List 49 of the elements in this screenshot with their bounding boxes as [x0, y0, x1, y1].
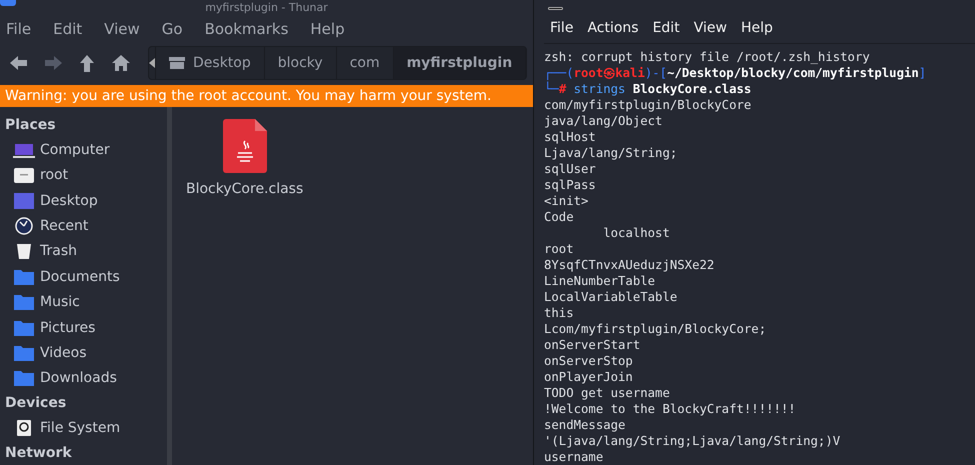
sidebar-item[interactable]: root [5, 162, 167, 188]
section-heading: Devices [5, 394, 68, 414]
sidebar-item[interactable]: Videos [5, 340, 167, 366]
java-file-icon [222, 119, 267, 173]
section-heading: Places [5, 116, 57, 136]
breadcrumb-button[interactable]: blocky [264, 47, 337, 79]
sidebar-item[interactable]: Music [5, 290, 167, 315]
caret-icon [149, 58, 155, 68]
breadcrumb-button[interactable]: Desktop [156, 47, 265, 79]
folder-icon [13, 268, 35, 286]
folder-icon [13, 318, 35, 337]
menu-item[interactable]: Actions [587, 20, 639, 36]
folder-icon [13, 293, 35, 312]
sidebar-item[interactable]: Recent [5, 213, 167, 239]
menu-item[interactable]: Edit [652, 20, 680, 36]
menu-item[interactable]: View [104, 20, 140, 38]
section-heading: Network [5, 444, 73, 463]
menu-item[interactable]: Help [740, 20, 773, 36]
menu-item[interactable]: File [6, 20, 32, 38]
breadcrumb-button[interactable]: myfirstplugin [394, 47, 526, 79]
sidebar-item[interactable]: Desktop [5, 188, 167, 214]
sidebar-item[interactable]: Trash [5, 238, 167, 264]
terminal-output: zsh: corrupt history file /root/.zsh_history ┌──(root㉿kali)-[~/Desktop/blocky/com/myfirstplugin] └─# strings BlockyCore.class com/myfirstplugin/BlockyCore java/lang/Object sqlHost Ljava/lang/String; sqlUser sqlPass <init> Code localhost root 8YsqfCTnvxAUeduzjNSXe22 LineNumberTable LocalVariableTable this Lcom/myfirstplugin/BlockyCore; onServerStart onServerStop onPlayerJoin TODO get username !Welcome to the BlockyCraft!!!!!!! sendMessage '(Ljava/lang/String;Ljava/lang/String;)V username [544, 43, 975, 465]
clock-icon [13, 217, 35, 236]
sidebar-item[interactable]: Documents [5, 264, 167, 290]
back-arrow-icon [8, 53, 30, 73]
folder-icon [13, 369, 35, 388]
home-folder-icon [13, 166, 35, 184]
warning-banner: Warning: you are using the root account. You may harm your system. [0, 85, 533, 107]
drive-icon [169, 56, 185, 70]
app-icon [0, 0, 16, 6]
home-icon [110, 53, 132, 73]
menu-item[interactable]: Help [310, 20, 345, 38]
sidebar-item[interactable]: Computer [5, 137, 167, 163]
sidebar-item[interactable]: Downloads [5, 366, 167, 391]
window-title: myfirstplugin - Thunar [205, 2, 328, 14]
menu-item[interactable]: View [694, 20, 727, 36]
menu-item[interactable]: File [550, 20, 574, 36]
menu-item[interactable]: Edit [53, 20, 82, 38]
forward-arrow-icon [42, 53, 64, 73]
scroll-left-button[interactable] [149, 47, 156, 79]
desktop-icon [13, 192, 35, 210]
class-file-tile[interactable]: BlockyCore.class [186, 119, 304, 197]
laptop-icon [13, 141, 35, 160]
sidebar-item[interactable]: Pictures [5, 314, 167, 340]
menu-item[interactable]: Go [162, 20, 183, 38]
folder-icon [13, 344, 35, 362]
sidebar-item[interactable]: File System [5, 415, 167, 441]
menu-item[interactable]: Bookmarks [204, 20, 288, 38]
